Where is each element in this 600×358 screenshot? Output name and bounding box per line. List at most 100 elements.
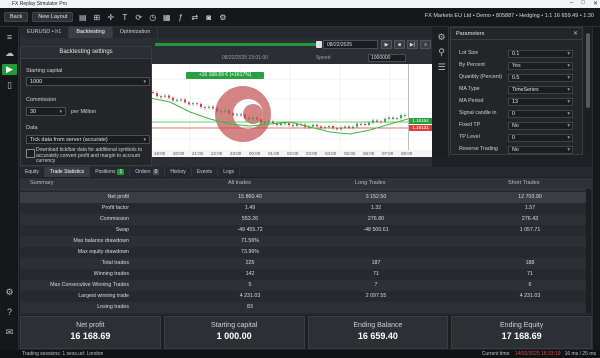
candle	[204, 107, 206, 109]
data-select[interactable]: Tick data from server (accurate) ▾	[26, 135, 150, 144]
tab-orders[interactable]: Orders 0	[130, 167, 166, 177]
chevron-down-icon[interactable]: ▾	[567, 147, 570, 154]
commission-input[interactable]: 30 ▾	[26, 107, 66, 116]
table-row[interactable]: Largest winning trade 4 231.03 2 097.55 4 2…	[20, 291, 586, 302]
data-select-value: Tick data from server (accurate)	[30, 137, 108, 143]
param-value[interactable]: TimeSeries ▾	[508, 86, 573, 94]
table-row[interactable]: Net profit 15 860.40 3 152.50 12 703.90	[20, 192, 586, 203]
tab-symbol[interactable]: EURUSD • h1	[20, 27, 70, 38]
tab-backtesting[interactable]: Backtesting	[69, 27, 113, 38]
chevron-down-icon[interactable]: ▾	[567, 75, 570, 82]
candle	[340, 127, 342, 130]
tab-positions[interactable]: Positions 1	[90, 167, 131, 177]
close-icon[interactable]: ✕	[593, 0, 598, 7]
tab-logs[interactable]: Logs	[218, 167, 241, 177]
param-label: MA Period	[459, 98, 484, 104]
spinner-icon[interactable]: ▾	[143, 78, 146, 86]
table-row[interactable]: Profit factor 1.49 1.32 1.57	[20, 203, 586, 214]
maximize-icon[interactable]: □	[581, 0, 585, 7]
table-row[interactable]: Winning trades 142 71 71	[20, 269, 586, 280]
chevron-down-icon[interactable]: ▾	[567, 63, 570, 70]
download-data-checkbox[interactable]	[26, 149, 35, 158]
cell-metric: Largest winning trade	[78, 293, 129, 299]
header-summary[interactable]: Summary	[30, 180, 54, 186]
settings-icon[interactable]: ⚙	[436, 32, 447, 43]
minimize-icon[interactable]: –	[570, 0, 573, 7]
tab-history[interactable]: History	[165, 167, 192, 177]
time-tick-label: 20:00	[173, 151, 185, 156]
camera-icon[interactable]: ◙	[204, 13, 213, 22]
time-tick-label: 02:00	[287, 151, 299, 156]
table-scrollbar[interactable]	[586, 189, 591, 313]
chevron-down-icon[interactable]: ▾	[567, 87, 570, 94]
settings-icon[interactable]: ⚙	[218, 13, 227, 22]
speed-input[interactable]: 1000000	[368, 54, 406, 62]
list-icon[interactable]: ☰	[436, 62, 447, 73]
tab-events[interactable]: Events	[192, 167, 219, 177]
chevron-down-icon[interactable]: ▾	[567, 99, 570, 106]
calendar-icon[interactable]: ▦	[162, 13, 171, 22]
pin-icon[interactable]: ⚲	[436, 47, 447, 58]
sync-icon[interactable]: ⇄	[190, 13, 199, 22]
header-long-trades[interactable]: Long Trades	[355, 180, 386, 186]
step-button[interactable]: ▶|	[407, 40, 418, 49]
chevron-down-icon[interactable]: ▾	[143, 136, 146, 144]
layout-icon[interactable]: ⊞	[92, 13, 101, 22]
tab-optimization[interactable]: Optimization	[113, 27, 159, 38]
table-row[interactable]: Max Consecutive Winning Trades 5 7 6	[20, 280, 586, 291]
table-row[interactable]: Max equity drawdown 73.96%	[20, 247, 586, 258]
back-button[interactable]: Back	[4, 12, 29, 22]
progress-handle[interactable]	[316, 41, 322, 48]
chart-icon[interactable]: ▤	[78, 13, 87, 22]
new-layout-button[interactable]: New Layout	[32, 12, 74, 22]
cloud-icon[interactable]: ☁	[4, 48, 15, 59]
help-icon[interactable]: ?	[4, 307, 15, 318]
parameters-scrollbar-thumb[interactable]	[586, 33, 590, 108]
menu-icon[interactable]: ≡	[4, 32, 15, 43]
parameters-title: Parameters	[451, 28, 582, 40]
param-value[interactable]: 0.5 ▾	[508, 74, 573, 82]
book-icon[interactable]: ▯	[4, 80, 15, 91]
text-icon[interactable]: T	[120, 13, 129, 22]
param-value[interactable]: 0 ▾	[508, 110, 573, 118]
right-toolbar: ⚙ ⚲ ☰	[433, 27, 449, 157]
cell-metric: Max balance drawdown	[73, 238, 129, 244]
param-value[interactable]: No ▾	[508, 122, 573, 130]
download-data-label: Download tick/bar data for additional sy…	[36, 147, 143, 164]
tab-trade-statistics[interactable]: Trade Statistics	[44, 167, 91, 177]
feedback-icon[interactable]: ✉	[4, 327, 15, 338]
spinner-icon[interactable]: ▾	[59, 108, 62, 116]
refresh-icon[interactable]: ⟳	[134, 13, 143, 22]
starting-capital-input[interactable]: 1000 ▾	[26, 77, 150, 86]
cell-short: 4 231.03	[519, 293, 541, 299]
table-row[interactable]: Commission 553.26 276.80 276.43	[20, 214, 586, 225]
backtest-icon[interactable]: ▶	[2, 64, 17, 75]
header-short-trades[interactable]: Short Trades	[508, 180, 540, 186]
header-all-trades[interactable]: All trades	[228, 180, 251, 186]
play-button[interactable]: ▶	[381, 40, 392, 49]
param-value[interactable]: 0 ▾	[508, 134, 573, 142]
param-value[interactable]: No ▾	[508, 146, 573, 154]
param-value[interactable]: Yes ▾	[508, 62, 573, 70]
chevron-down-icon[interactable]: ▾	[567, 135, 570, 142]
indicator-icon[interactable]: ƒ	[176, 13, 185, 22]
candle	[316, 124, 318, 127]
param-value[interactable]: 0.1 ▾	[508, 50, 573, 58]
clock-icon[interactable]: ◷	[148, 13, 157, 22]
chevron-down-icon[interactable]: ▾	[567, 51, 570, 58]
param-value[interactable]: 13 ▾	[508, 98, 573, 106]
settings-icon[interactable]: ⚙	[4, 287, 15, 298]
chevron-down-icon[interactable]: ▾	[567, 111, 570, 118]
crosshair-icon[interactable]: ✛	[106, 13, 115, 22]
chevron-down-icon[interactable]: ▾	[567, 123, 570, 130]
close-panel-icon[interactable]: ✕	[573, 30, 578, 37]
tab-equity[interactable]: Equity	[20, 167, 45, 177]
table-row[interactable]: Max balance drawdown 71.56%	[20, 236, 586, 247]
fast-forward-button[interactable]: »	[420, 40, 431, 49]
date-input[interactable]: 08/22/2025	[323, 40, 378, 49]
table-row[interactable]: Total trades 225 187 188	[20, 258, 586, 269]
candle	[252, 117, 254, 119]
table-row[interactable]: Losing trades 83	[20, 302, 586, 313]
table-row[interactable]: Swap -49 455.72 -48 500.61 1 057.71	[20, 225, 586, 236]
stop-button[interactable]: ■	[394, 40, 405, 49]
